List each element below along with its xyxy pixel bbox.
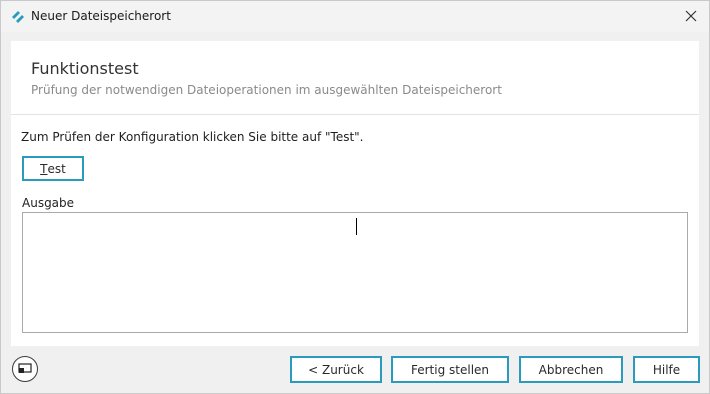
page-subtitle: Prüfung der notwendigen Dateioperationen… xyxy=(31,83,502,97)
window-title: Neuer Dateispeicherort xyxy=(31,9,171,23)
test-button-label-rest: est xyxy=(47,161,66,176)
output-textarea[interactable] xyxy=(22,212,688,333)
screen-icon xyxy=(18,363,32,373)
finish-button[interactable]: Fertig stellen xyxy=(391,356,509,383)
title-bar: Neuer Dateispeicherort xyxy=(1,1,709,32)
dialog-window: Neuer Dateispeicherort Funktionstest Prü… xyxy=(0,0,710,394)
page-header: Funktionstest Prüfung der notwendigen Da… xyxy=(11,41,699,115)
page-title: Funktionstest xyxy=(31,59,139,78)
instruction-text: Zum Prüfen der Konfiguration klicken Sie… xyxy=(21,130,364,144)
test-button-accel: T xyxy=(40,161,48,176)
text-caret xyxy=(356,218,357,235)
output-label: Ausgabe xyxy=(22,196,75,210)
test-button[interactable]: Test xyxy=(22,156,84,181)
back-button[interactable]: < Zurück xyxy=(290,356,382,383)
close-button[interactable] xyxy=(679,4,703,28)
help-button[interactable]: Hilfe xyxy=(633,356,700,383)
screen-button[interactable] xyxy=(12,356,38,382)
content-panel: Funktionstest Prüfung der notwendigen Da… xyxy=(11,41,699,346)
cancel-button[interactable]: Abbrechen xyxy=(519,356,623,383)
close-icon xyxy=(685,10,697,22)
app-logo-icon xyxy=(12,11,24,23)
